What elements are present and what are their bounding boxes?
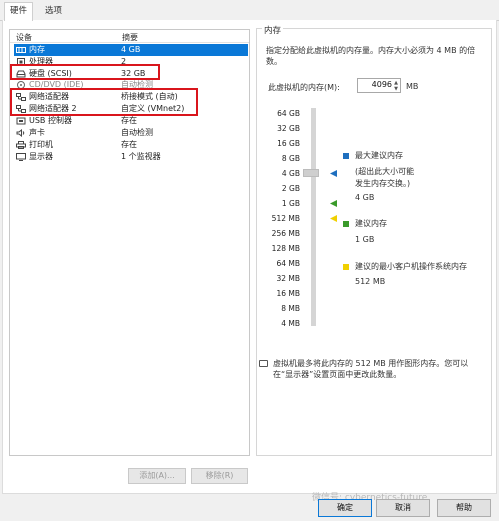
slider-tick-label: 64 MB [276, 259, 300, 268]
recommended-marker-icon [330, 200, 337, 207]
device-summary: 2 [121, 57, 127, 66]
slider-tick-label: 8 MB [281, 304, 300, 313]
graphics-memory-note: 虚拟机最多将此内存的 512 MB 用作图形内存。您可以在“显示器”设置页面中更… [273, 359, 469, 379]
device-row-printer[interactable]: 打印机 存在 [14, 139, 248, 151]
network-adapter-icon [16, 93, 26, 101]
device-row-network-adapter[interactable]: 网络适配器 桥接模式 (自动) [14, 91, 248, 103]
device-name: 硬盘 (SCSI) [29, 69, 72, 78]
device-row-usb-controller[interactable]: USB 控制器 存在 [14, 115, 248, 127]
cd-dvd-icon [17, 81, 25, 89]
slider-tick-label: 64 GB [277, 109, 300, 118]
device-row-processor[interactable]: 处理器 2 [14, 56, 248, 68]
device-list[interactable]: 设备 摘要 内存 4 GB 处理器 2 硬盘 (SCSI) 32 GB CD/D… [9, 29, 250, 456]
device-row-cd-dvd[interactable]: CD/DVD (IDE) 自动检测 [14, 79, 248, 91]
memory-field-label: 此虚拟机的内存(M): [268, 83, 340, 92]
device-summary: 自动检测 [121, 128, 153, 137]
device-summary: 4 GB [121, 45, 141, 54]
ok-button[interactable]: 确定 [318, 499, 372, 517]
usb-icon [16, 117, 26, 125]
slider-tick-label: 16 GB [277, 139, 300, 148]
slider-tick-label: 16 MB [276, 289, 300, 298]
device-list-header: 设备 摘要 [10, 30, 249, 43]
device-name: 处理器 [29, 57, 53, 66]
memory-unit: MB [406, 82, 419, 91]
slider-tick-label: 4 MB [281, 319, 300, 328]
device-name: USB 控制器 [29, 116, 72, 125]
device-row-network-adapter-2[interactable]: 网络适配器 2 自定义 (VMnet2) [14, 103, 248, 115]
legend-note-max: (超出此大小可能 发生内存交换。) [355, 167, 415, 188]
legend-swatch-max-icon [343, 153, 349, 159]
column-header-summary[interactable]: 摘要 [122, 32, 138, 43]
legend-label-minimum: 建议的最小客户机操作系统内存 [355, 262, 467, 271]
tab-options[interactable]: 选项 [40, 3, 67, 20]
slider-tick-label: 4 GB [281, 169, 300, 178]
device-name: 网络适配器 [29, 92, 69, 101]
column-header-device[interactable]: 设备 [16, 32, 32, 43]
remove-device-button[interactable]: 移除(R) [191, 468, 248, 484]
legend-value-recommended: 1 GB [355, 235, 375, 244]
max-recommended-marker-icon [330, 170, 337, 177]
device-name: 网络适配器 2 [29, 104, 77, 113]
printer-icon [16, 141, 26, 149]
device-name: 打印机 [29, 140, 53, 149]
memory-description: 指定分配给此虚拟机的内存量。内存大小必须为 4 MB 的倍数。 [266, 46, 476, 66]
device-summary: 存在 [121, 116, 137, 125]
legend-swatch-minimum-icon [343, 264, 349, 270]
slider-tick-label: 32 GB [277, 124, 300, 133]
device-summary: 桥接模式 (自动) [121, 92, 178, 101]
device-row-hard-disk[interactable]: 硬盘 (SCSI) 32 GB [14, 68, 248, 80]
device-summary: 自定义 (VMnet2) [121, 104, 185, 113]
speaker-icon [16, 129, 25, 137]
device-summary: 1 个监视器 [121, 152, 161, 161]
cpu-icon [17, 58, 25, 66]
slider-tick-label: 2 GB [281, 184, 300, 193]
legend-label-recommended: 建议内存 [355, 219, 387, 228]
device-summary: 存在 [121, 140, 137, 149]
slider-tick-label: 512 MB [271, 214, 300, 223]
memory-value[interactable]: 4096 [372, 80, 392, 89]
device-name: 声卡 [29, 128, 45, 137]
device-row-sound-card[interactable]: 声卡 自动检测 [14, 127, 248, 139]
legend-value-max: 4 GB [355, 193, 375, 202]
legend-swatch-recommended-icon [343, 221, 349, 227]
hard-disk-icon [16, 70, 26, 78]
monitor-icon [16, 153, 26, 161]
add-device-button[interactable]: 添加(A)... [128, 468, 186, 484]
device-name: 显示器 [29, 152, 53, 161]
tab-hardware[interactable]: 硬件 [4, 2, 34, 21]
cancel-button[interactable]: 取消 [376, 499, 430, 517]
legend-value-minimum: 512 MB [355, 277, 386, 286]
minimum-recommended-marker-icon [330, 215, 337, 222]
slider-tick-label: 256 MB [271, 229, 300, 238]
slider-tick-label: 1 GB [281, 199, 300, 208]
help-button[interactable]: 帮助 [437, 499, 491, 517]
memory-slider-track[interactable] [311, 108, 316, 326]
tab-bar: 硬件 选项 [0, 0, 499, 21]
device-row-display[interactable]: 显示器 1 个监视器 [14, 151, 248, 163]
slider-tick-label: 32 MB [276, 274, 300, 283]
network-adapter-icon [16, 105, 26, 113]
memory-icon [16, 47, 26, 53]
memory-group-title: 内存 [262, 24, 284, 36]
memory-slider-thumb[interactable] [303, 169, 319, 177]
slider-tick-label: 128 MB [271, 244, 300, 253]
info-comment-icon [259, 360, 268, 367]
device-row-memory[interactable]: 内存 4 GB [14, 44, 248, 56]
device-summary: 32 GB [121, 69, 146, 78]
device-name: 内存 [29, 45, 45, 54]
legend-label-max: 最大建议内存 [355, 151, 403, 160]
device-summary: 自动检测 [121, 80, 153, 89]
slider-tick-label: 8 GB [281, 154, 300, 163]
device-name: CD/DVD (IDE) [29, 80, 84, 89]
memory-spinbox[interactable]: 4096 ▲ ▼ [357, 78, 401, 93]
spin-down-icon[interactable]: ▼ [393, 86, 399, 92]
